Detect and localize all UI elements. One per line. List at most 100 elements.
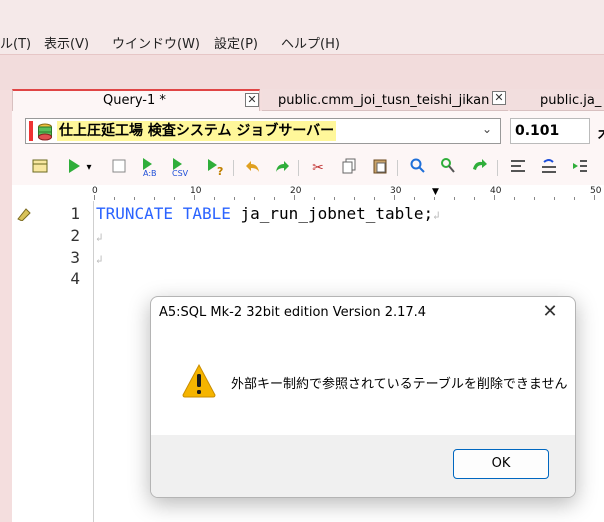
ruler-tick (314, 197, 315, 200)
sql-keyword: TRUNCATE (96, 204, 174, 223)
truncated-label: 木 (598, 124, 604, 144)
search-icon[interactable] (407, 157, 429, 179)
code-line-2[interactable]: ↲ (96, 226, 103, 245)
ruler-tick (274, 197, 275, 200)
ok-button[interactable]: OK (453, 449, 549, 479)
ruler-tick (194, 195, 195, 200)
menu-tools[interactable]: ル(T) (0, 33, 31, 52)
connection-color-marker (29, 121, 33, 141)
ruler-tick (174, 197, 175, 200)
ruler-label: 40 (490, 186, 502, 196)
ruler-tick (354, 197, 355, 200)
mdi-background (0, 54, 604, 90)
toolbar-divider (233, 160, 234, 176)
ruler-tick (594, 195, 595, 200)
indent-icon[interactable] (569, 157, 591, 179)
newline-mark: ↲ (433, 209, 440, 222)
ruler-tick (434, 197, 435, 200)
ruler-tick (454, 197, 455, 200)
toolbar-divider (497, 160, 498, 176)
ruler-tick (574, 197, 575, 200)
code-line-1[interactable]: TRUNCATE TABLE ja_run_jobnet_table;↲ (96, 204, 440, 223)
line-number: 4 (70, 269, 80, 288)
line-number: 3 (70, 248, 80, 267)
svg-text:A:B: A:B (143, 169, 157, 177)
menu-settings[interactable]: 設定(P) (214, 33, 258, 52)
ruler-tick (494, 195, 495, 200)
svg-text:?: ? (217, 165, 223, 177)
menu-help[interactable]: ヘルプ(H) (281, 33, 340, 52)
connection-name: 仕上圧延工場 検査システム ジョブサーバー (57, 121, 337, 141)
newline-mark: ↲ (96, 253, 103, 266)
toolbar-divider (397, 160, 398, 176)
ruler-tick (134, 197, 135, 200)
find-replace-icon[interactable] (438, 157, 460, 179)
undo-icon[interactable] (242, 157, 264, 179)
bookmark-marker-icon (16, 207, 32, 225)
ruler-label: 20 (290, 186, 302, 196)
ruler-tick (374, 197, 375, 200)
ruler-tick (254, 197, 255, 200)
chevron-down-icon[interactable]: ▾ (82, 157, 96, 179)
ruler-label: 30 (390, 186, 402, 196)
divider (0, 54, 604, 55)
warning-icon (182, 363, 216, 398)
redo-icon[interactable] (271, 157, 293, 179)
close-icon[interactable]: ✕ (492, 91, 506, 105)
line-number: 1 (70, 204, 80, 223)
database-icon (38, 123, 52, 141)
column-ruler (12, 185, 604, 202)
line-number: 2 (70, 226, 80, 245)
tab-label: public.ja_ (540, 93, 602, 108)
ruler-tick (414, 197, 415, 200)
version-field[interactable]: 0.101 (510, 118, 590, 144)
ruler-tick (514, 197, 515, 200)
sql-identifier: ja_run_jobnet_table; (240, 204, 434, 223)
ruler-tick (234, 197, 235, 200)
chevron-down-icon[interactable]: ⌄ (482, 122, 492, 136)
ruler-label: 10 (190, 186, 202, 196)
newline-mark: ↲ (96, 231, 103, 244)
menu-bar: ル(T) 表示(V) ウインドウ(W) 設定(P) ヘルプ(H) (0, 0, 604, 54)
sql-keyword: TABLE (182, 204, 231, 223)
svg-text:CSV: CSV (172, 169, 189, 177)
tab-label: public.cmm_joi_tusn_teishi_jikan (278, 93, 490, 108)
format-sql-icon[interactable] (538, 157, 560, 179)
copy-icon[interactable] (338, 157, 360, 179)
stop-icon[interactable] (108, 157, 130, 179)
tab-public-ja[interactable]: public.ja_ (510, 89, 604, 111)
code-line-3[interactable]: ↲ (96, 248, 103, 267)
export-csv-icon[interactable]: CSV (170, 157, 192, 179)
tab-label: Query-1 * (103, 93, 166, 108)
align-lines-icon[interactable] (507, 157, 529, 179)
ruler-tick (154, 197, 155, 200)
ruler-caret-marker: ▼ (432, 187, 439, 197)
ruler-tick (114, 197, 115, 200)
dialog-title: A5:SQL Mk-2 32bit edition Version 2.17.4 (159, 305, 427, 320)
ruler-tick (394, 195, 395, 200)
close-icon[interactable]: ✕ (537, 301, 563, 322)
new-query-icon[interactable] (29, 157, 51, 179)
close-icon[interactable]: ✕ (245, 93, 259, 107)
tab-cmm-joi-tusn-teishi-jikan[interactable]: public.cmm_joi_tusn_teishi_jikan ✕ (262, 89, 508, 111)
dialog-message: 外部キー制約で参照されているテーブルを削除できません (231, 377, 568, 392)
paste-icon[interactable] (369, 157, 391, 179)
ruler-tick (554, 197, 555, 200)
ruler-tick (214, 197, 215, 200)
error-dialog: A5:SQL Mk-2 32bit edition Version 2.17.4… (150, 296, 576, 498)
ruler-tick (534, 197, 535, 200)
gutter-divider (93, 201, 94, 522)
run-ab-icon[interactable]: A:B (140, 157, 162, 179)
ruler-tick (294, 195, 295, 200)
ruler-tick (474, 197, 475, 200)
ruler-label: 50 (590, 186, 602, 196)
refresh-icon[interactable] (469, 157, 491, 179)
ruler-tick (334, 197, 335, 200)
tab-query-1[interactable]: Query-1 * ✕ (12, 89, 260, 111)
toolbar-divider (298, 160, 299, 176)
menu-view[interactable]: 表示(V) (44, 33, 89, 52)
ruler-tick (94, 195, 95, 200)
run-explain-icon[interactable]: ? (205, 157, 227, 179)
cut-icon[interactable]: ✂ (307, 157, 329, 179)
menu-window[interactable]: ウインドウ(W) (112, 33, 200, 52)
